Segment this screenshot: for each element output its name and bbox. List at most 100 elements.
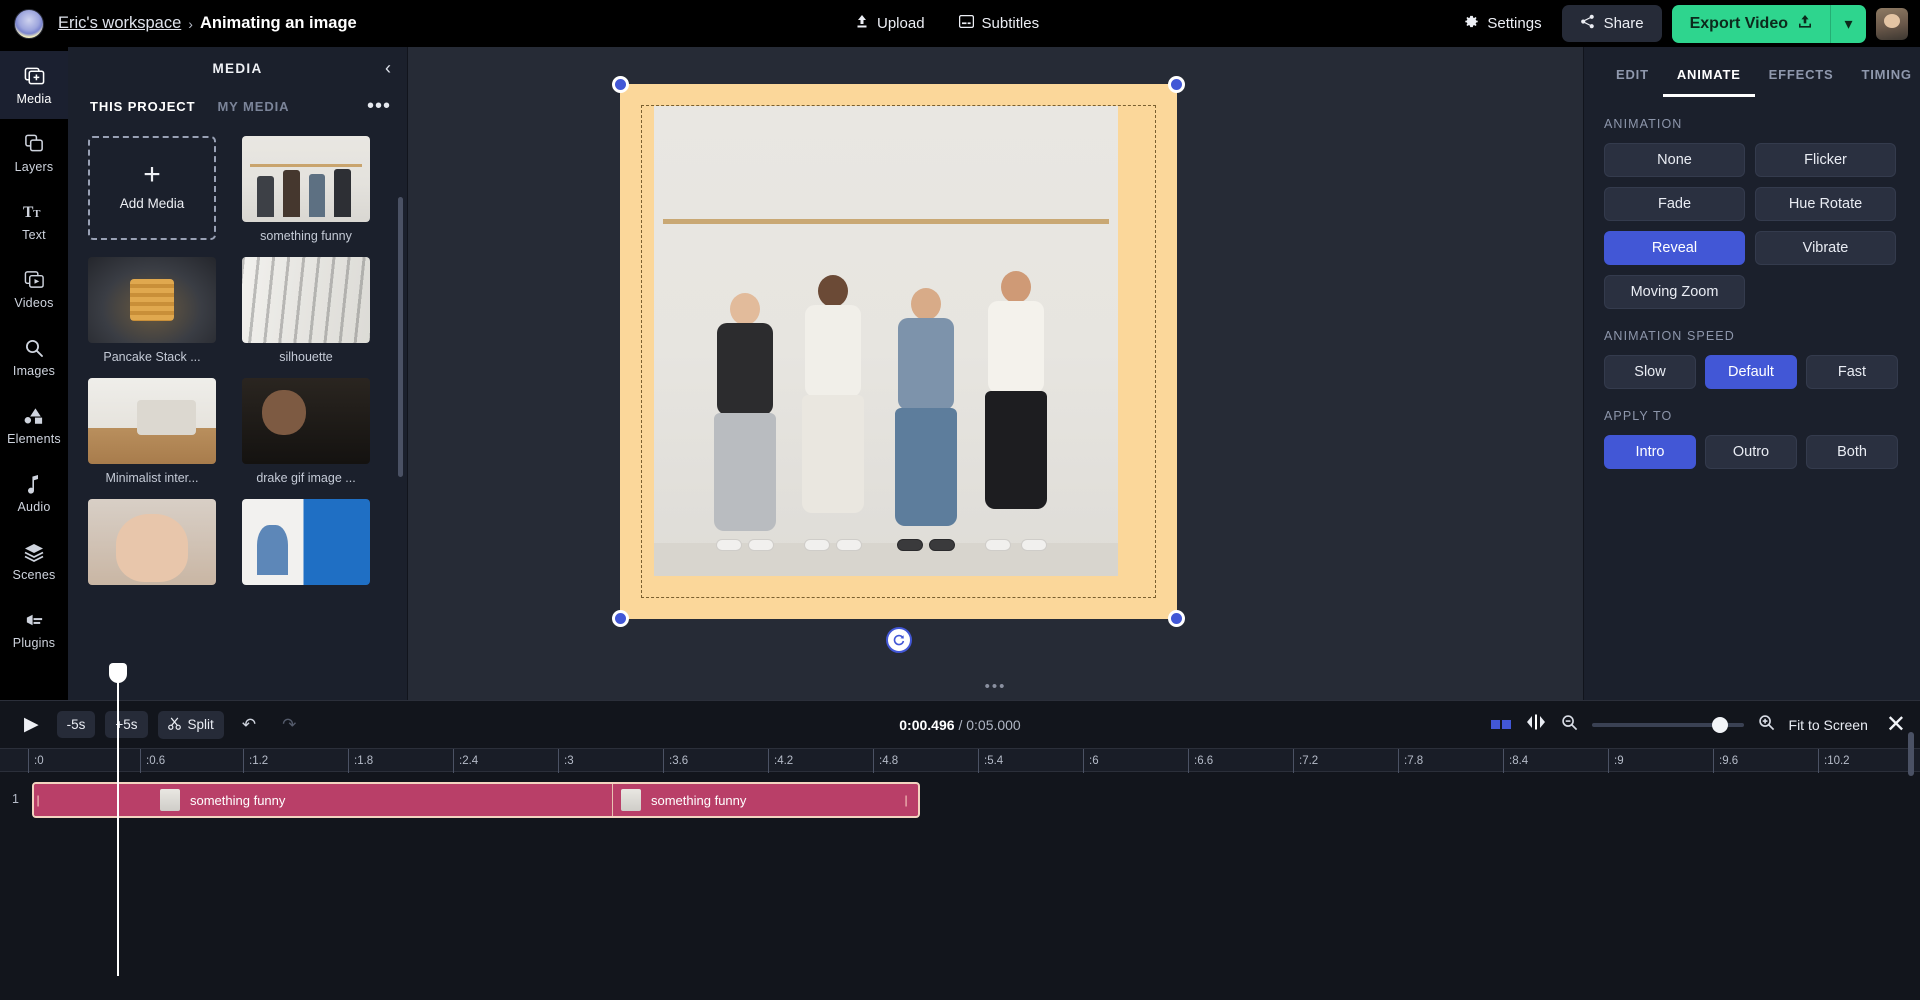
timeline-scrollbar[interactable] xyxy=(1908,732,1914,776)
media-panel-scrollbar[interactable] xyxy=(398,197,403,477)
tab-my-media[interactable]: MY MEDIA xyxy=(217,99,289,114)
rail-item-layers[interactable]: Layers xyxy=(0,119,68,187)
play-button[interactable]: ▶ xyxy=(16,709,47,740)
apply-to-both[interactable]: Both xyxy=(1806,435,1898,469)
media-item[interactable] xyxy=(242,499,370,585)
ruler-tick: :4.2 xyxy=(768,749,793,773)
animation-option-flicker[interactable]: Flicker xyxy=(1755,143,1896,177)
rail-item-scenes[interactable]: Scenes xyxy=(0,527,68,595)
rail-item-videos[interactable]: Videos xyxy=(0,255,68,323)
animation-option-hue-rotate[interactable]: Hue Rotate xyxy=(1755,187,1896,221)
timeline-track: 1 | something funny something funny | xyxy=(0,780,1920,820)
tab-edit[interactable]: EDIT xyxy=(1602,61,1663,97)
ruler-tick: :8.4 xyxy=(1503,749,1528,773)
zoom-slider[interactable] xyxy=(1592,723,1744,727)
zoom-slider-knob[interactable] xyxy=(1712,717,1728,733)
collapse-panel-icon[interactable]: ‹ xyxy=(385,58,391,79)
animation-option-moving-zoom[interactable]: Moving Zoom xyxy=(1604,275,1745,309)
subtitles-button[interactable]: Subtitles xyxy=(959,15,1040,32)
speed-option-fast[interactable]: Fast xyxy=(1806,355,1898,389)
ruler-tick: :7.2 xyxy=(1293,749,1318,773)
tab-this-project[interactable]: THIS PROJECT xyxy=(90,99,195,114)
canvas-drag-dots[interactable]: ••• xyxy=(985,678,1007,695)
tab-animate[interactable]: ANIMATE xyxy=(1663,61,1755,97)
timeline-clip[interactable]: something funny | xyxy=(612,784,914,816)
clip-trim-handle-left[interactable]: | xyxy=(34,784,42,816)
add-media-label: Add Media xyxy=(120,196,185,211)
playhead-handle[interactable] xyxy=(109,663,127,683)
properties-tabs: EDIT ANIMATE EFFECTS TIMING xyxy=(1584,47,1920,97)
resize-handle-top-right[interactable] xyxy=(1168,76,1185,93)
elements-icon xyxy=(23,405,45,427)
media-thumbnail xyxy=(88,257,216,343)
playhead[interactable] xyxy=(117,676,119,976)
media-item[interactable] xyxy=(88,499,216,585)
animation-option-reveal[interactable]: Reveal xyxy=(1604,231,1745,265)
speed-option-default[interactable]: Default xyxy=(1705,355,1797,389)
user-avatar[interactable] xyxy=(1876,8,1908,40)
media-item[interactable]: drake gif image ... xyxy=(242,378,370,485)
track-number: 1 xyxy=(12,792,19,806)
apply-to-intro[interactable]: Intro xyxy=(1604,435,1696,469)
split-button[interactable]: Split xyxy=(158,711,224,739)
clip-group[interactable]: | something funny something funny | xyxy=(32,782,920,818)
selected-element-frame[interactable] xyxy=(620,84,1177,619)
breadcrumb-workspace[interactable]: Eric's workspace xyxy=(58,14,181,33)
undo-button[interactable]: ↶ xyxy=(234,712,264,738)
ruler-tick: :0 xyxy=(28,749,44,773)
animation-option-fade[interactable]: Fade xyxy=(1604,187,1745,221)
forward-5s-button[interactable]: +5s xyxy=(105,711,147,738)
fit-to-screen-button[interactable]: Fit to Screen xyxy=(1789,717,1868,733)
animation-option-none[interactable]: None xyxy=(1604,143,1745,177)
export-dropdown-button[interactable]: ▾ xyxy=(1830,5,1866,43)
export-video-button[interactable]: Export Video xyxy=(1672,5,1830,43)
zoom-out-icon[interactable] xyxy=(1561,714,1578,735)
rail-item-audio[interactable]: Audio xyxy=(0,459,68,527)
ruler-tick: :5.4 xyxy=(978,749,1003,773)
tab-effects[interactable]: EFFECTS xyxy=(1755,61,1848,97)
speed-option-slow[interactable]: Slow xyxy=(1604,355,1696,389)
resize-handle-bottom-right[interactable] xyxy=(1168,610,1185,627)
media-more-options-icon[interactable]: ••• xyxy=(367,95,391,118)
share-button[interactable]: Share xyxy=(1562,5,1662,42)
tab-timing[interactable]: TIMING xyxy=(1848,61,1920,97)
timeline-ruler[interactable]: :0 :0.6 :1.2 :1.8 :2.4 :3 :3.6 :4.2 :4.8… xyxy=(0,748,1920,772)
rail-item-images[interactable]: Images xyxy=(0,323,68,391)
media-thumbnail xyxy=(88,378,216,464)
close-timeline-icon[interactable]: ✕ xyxy=(1886,710,1906,739)
back-5s-button[interactable]: -5s xyxy=(57,711,96,738)
snap-toggle-icon[interactable] xyxy=(1491,720,1511,729)
resize-handle-top-left[interactable] xyxy=(612,76,629,93)
upload-button[interactable]: Upload xyxy=(855,14,925,33)
clip-trim-handle-right[interactable]: | xyxy=(902,784,910,816)
ruler-tick: :9 xyxy=(1608,749,1624,773)
media-item[interactable]: Pancake Stack ... xyxy=(88,257,216,364)
rail-item-media[interactable]: Media xyxy=(0,51,68,119)
fit-clip-icon[interactable] xyxy=(1525,713,1547,736)
rail-label-text: Text xyxy=(22,228,46,242)
rail-item-text[interactable]: TT Text xyxy=(0,187,68,255)
timeline-right-controls: Fit to Screen ✕ xyxy=(1491,710,1906,739)
apply-to-outro[interactable]: Outro xyxy=(1705,435,1797,469)
media-item[interactable]: something funny xyxy=(242,136,370,243)
add-media-button[interactable]: + Add Media xyxy=(88,136,216,240)
resize-handle-bottom-left[interactable] xyxy=(612,610,629,627)
audio-note-icon xyxy=(23,473,45,495)
timeline-clip[interactable]: | something funny xyxy=(34,784,612,816)
media-thumbnail xyxy=(242,499,370,585)
export-upload-icon xyxy=(1798,14,1812,34)
workspace-avatar[interactable] xyxy=(14,9,44,39)
settings-button[interactable]: Settings xyxy=(1454,7,1551,40)
media-item[interactable]: silhouette xyxy=(242,257,370,364)
top-center-actions: Upload Subtitles xyxy=(855,0,1039,47)
zoom-in-icon[interactable] xyxy=(1758,714,1775,735)
canvas-image[interactable] xyxy=(654,106,1118,576)
rail-item-elements[interactable]: Elements xyxy=(0,391,68,459)
upload-label: Upload xyxy=(877,15,925,32)
rotate-handle[interactable] xyxy=(886,627,912,653)
media-item[interactable]: Minimalist inter... xyxy=(88,378,216,485)
animation-options: None Flicker Fade Hue Rotate Reveal Vibr… xyxy=(1584,143,1920,309)
animation-option-vibrate[interactable]: Vibrate xyxy=(1755,231,1896,265)
media-item-label: Minimalist inter... xyxy=(88,471,216,485)
rail-item-plugins[interactable]: Plugins xyxy=(0,595,68,663)
